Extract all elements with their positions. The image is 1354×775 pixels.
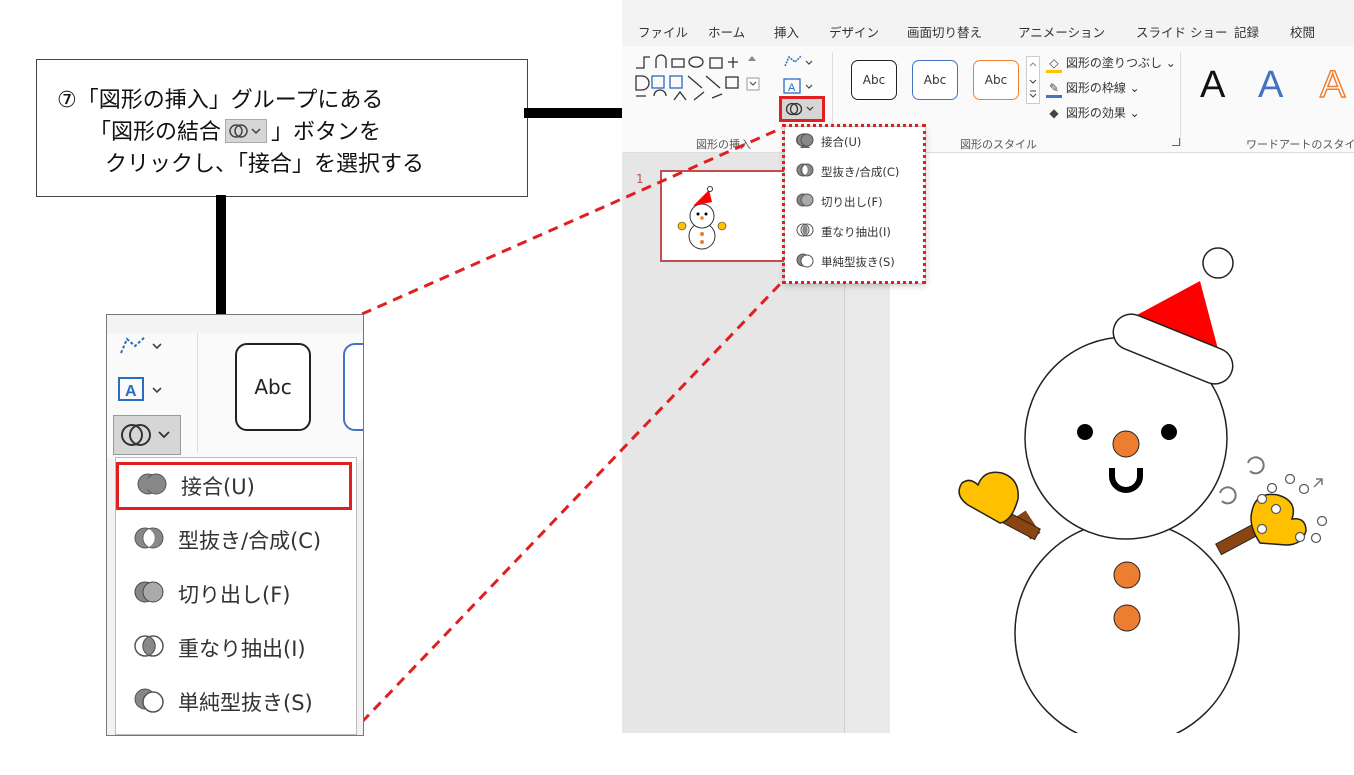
- zoom-menu-item-fragment-label: 切り出し(F): [178, 583, 291, 607]
- zoom-menu-item-union[interactable]: 接合(U): [116, 462, 352, 510]
- zoom-merge-shapes-button[interactable]: [113, 415, 181, 455]
- zoom-merge-dropdown: 接合(U) 型抜き/合成(C) 切り出し(F) 重なり抽出(I) 単純型抜き(S…: [115, 457, 357, 735]
- zoom-group-divider: [197, 333, 198, 453]
- zoom-edit-shape-icon[interactable]: [115, 331, 163, 361]
- zoom-fragment-icon: [132, 578, 166, 610]
- zoom-merge-shapes-icon: [121, 424, 170, 446]
- zoom-style-box[interactable]: Abc: [235, 343, 311, 431]
- zoom-style-box-2[interactable]: [343, 343, 363, 431]
- zoom-intersect-icon: [132, 632, 166, 664]
- zoom-menu-item-subtract[interactable]: 単純型抜き(S): [116, 678, 352, 726]
- svg-text:A: A: [125, 383, 137, 400]
- zoom-combine-icon: [132, 524, 166, 556]
- zoom-menu-item-intersect[interactable]: 重なり抽出(I): [116, 624, 352, 672]
- zoom-menu-item-combine-label: 型抜き/合成(C): [178, 529, 322, 553]
- zoom-menu-item-fragment[interactable]: 切り出し(F): [116, 570, 352, 618]
- zoom-menu-item-subtract-label: 単純型抜き(S): [178, 691, 313, 715]
- zoom-union-icon: [135, 470, 169, 502]
- zoom-text-box-icon[interactable]: A: [115, 375, 163, 405]
- zoom-menu-item-intersect-label: 重なり抽出(I): [178, 637, 306, 661]
- zoom-menu-item-combine[interactable]: 型抜き/合成(C): [116, 516, 352, 564]
- zoomed-inset: A Abc 接合(U) 型抜き/合成(C) 切り出し(F) 重なり抽出(I) 単…: [106, 314, 364, 736]
- zoom-menu-item-union-label: 接合(U): [181, 475, 255, 499]
- zoom-subtract-icon: [132, 686, 166, 718]
